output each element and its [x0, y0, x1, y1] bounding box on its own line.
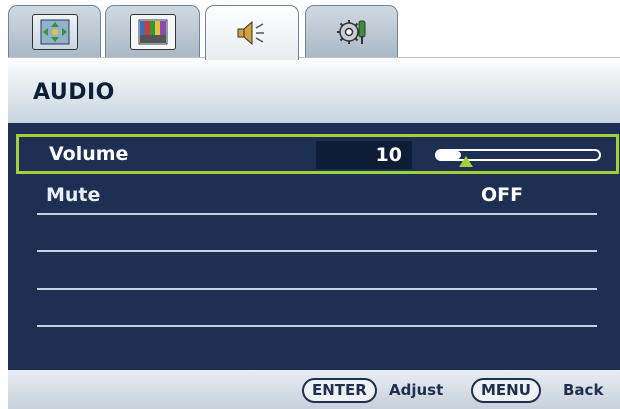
system-settings-icon — [329, 14, 375, 50]
bottom-hint-bar: ENTER Adjust MENU Back — [8, 370, 620, 409]
menu-key-button[interactable]: MENU — [471, 378, 541, 403]
page-title: AUDIO — [33, 80, 115, 105]
tab-display[interactable] — [8, 5, 101, 58]
volume-value: 10 — [375, 144, 402, 166]
tab-audio[interactable] — [205, 5, 299, 60]
volume-label: Volume — [49, 143, 129, 165]
tab-picture[interactable] — [105, 5, 200, 58]
volume-slider-thumb[interactable] — [459, 156, 473, 167]
enter-key-button[interactable]: ENTER — [302, 378, 377, 403]
volume-value-box: 10 — [316, 141, 412, 169]
mute-value: OFF — [481, 184, 524, 206]
menu-divider — [37, 325, 597, 327]
display-adjust-icon — [31, 14, 78, 50]
volume-slider-fill — [437, 151, 461, 159]
title-bar: AUDIO — [8, 57, 620, 123]
menu-row-volume[interactable]: Volume 10 — [16, 134, 619, 174]
mute-label: Mute — [46, 184, 101, 206]
picture-color-icon — [129, 14, 176, 50]
menu-divider — [37, 213, 597, 215]
tab-system[interactable] — [305, 5, 398, 58]
speaker-volume-icon — [229, 15, 275, 51]
menu-divider — [37, 288, 597, 290]
volume-slider[interactable] — [435, 149, 601, 167]
menu-panel: Volume 10 Mute OFF — [8, 123, 620, 370]
enter-action-label: Adjust — [389, 381, 444, 399]
menu-divider — [37, 250, 597, 252]
menu-action-label: Back — [563, 381, 604, 399]
menu-row-mute[interactable]: Mute OFF — [26, 178, 612, 216]
